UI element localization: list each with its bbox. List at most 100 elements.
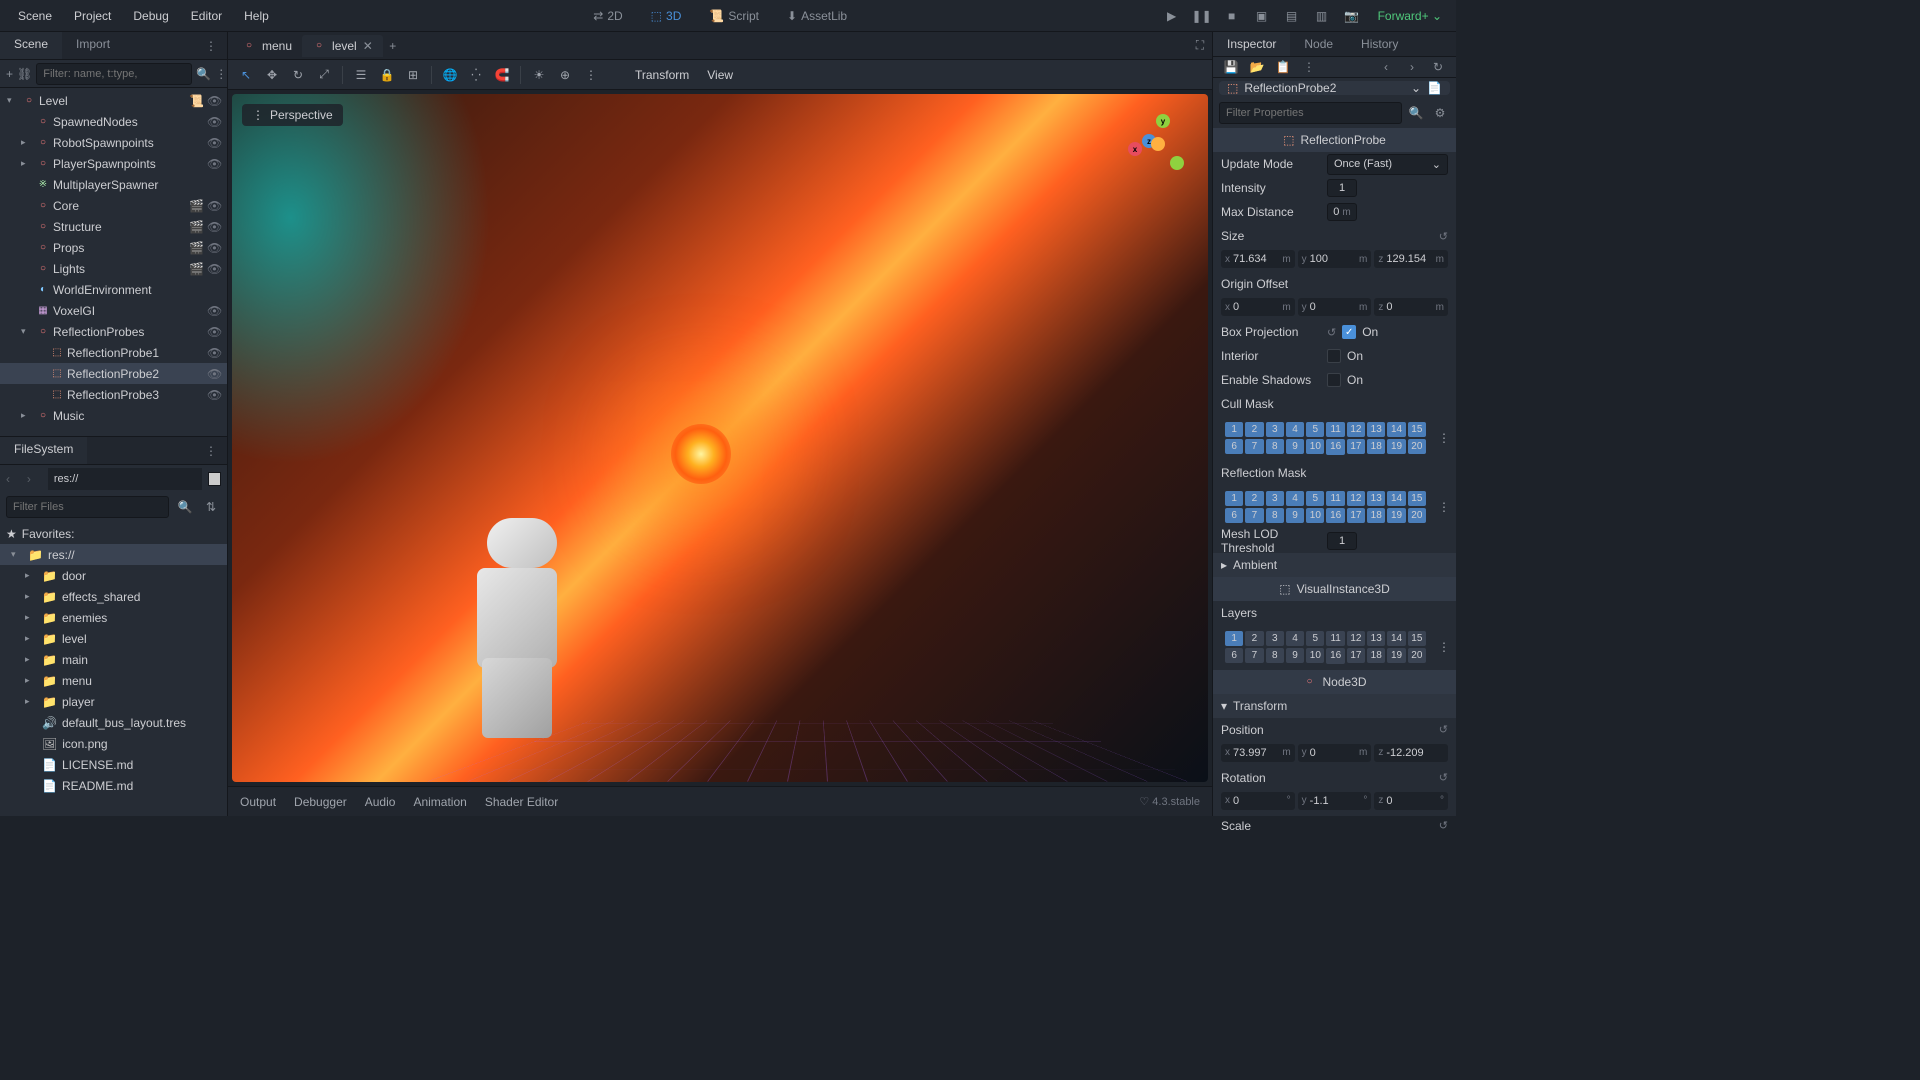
layer-cell[interactable]: 16 <box>1326 508 1344 523</box>
layer-cell[interactable]: 5 <box>1306 422 1324 437</box>
movie-icon[interactable]: ▥ <box>1312 6 1332 26</box>
tree-row[interactable]: ⬚ReflectionProbe3👁 <box>0 384 227 405</box>
fs-row[interactable]: ▸📁door <box>0 565 227 586</box>
origin-z-input[interactable]: z0m <box>1374 298 1448 316</box>
magnet-tool-icon[interactable]: 🧲 <box>490 63 514 87</box>
reset-icon[interactable]: ↺ <box>1439 723 1448 736</box>
layer-cell[interactable]: 12 <box>1347 491 1365 506</box>
tab-inspector[interactable]: Inspector <box>1213 32 1290 56</box>
film-icon[interactable]: 🎬 <box>189 199 203 213</box>
layer-cell[interactable]: 2 <box>1245 422 1263 437</box>
section-transform[interactable]: ▾Transform <box>1213 694 1456 718</box>
class-header-node3d[interactable]: ○Node3D <box>1213 670 1456 694</box>
fs-row[interactable]: ▸📁enemies <box>0 607 227 628</box>
list-tool-icon[interactable]: ☰ <box>349 63 373 87</box>
eye-icon[interactable]: 👁 <box>207 94 221 108</box>
layer-cell[interactable]: 15 <box>1408 422 1426 437</box>
search-icon[interactable]: 🔍 <box>175 497 195 517</box>
layer-cell[interactable]: 6 <box>1225 648 1243 663</box>
fullscreen-icon[interactable]: ⛶ <box>1192 36 1208 56</box>
fs-filter-input[interactable] <box>6 496 169 518</box>
layer-cell[interactable]: 20 <box>1408 648 1426 663</box>
env-tool-icon[interactable]: ⊕ <box>553 63 577 87</box>
layer-cell[interactable]: 13 <box>1367 491 1385 506</box>
view-menu[interactable]: View <box>699 64 741 86</box>
layer-cell[interactable]: 2 <box>1245 631 1263 646</box>
dots-icon[interactable]: ⋮ <box>215 64 227 84</box>
pos-y-input[interactable]: y0m <box>1298 744 1372 762</box>
dots-icon[interactable]: ⋮ <box>201 441 221 461</box>
gizmo-extra[interactable] <box>1170 156 1184 170</box>
layer-cell[interactable]: 11 <box>1326 491 1344 506</box>
layer-cell[interactable]: 20 <box>1408 508 1426 523</box>
mesh-lod-input[interactable]: 1 <box>1327 532 1357 550</box>
tab-scene[interactable]: Scene <box>0 32 62 59</box>
dots-icon[interactable]: ⋮ <box>1438 431 1452 445</box>
eye-icon[interactable]: 👁 <box>207 136 221 150</box>
pos-x-input[interactable]: x73.997m <box>1221 744 1295 762</box>
play-remote-icon[interactable]: ▣ <box>1252 6 1272 26</box>
fs-row[interactable]: ▸📁player <box>0 691 227 712</box>
mode-script[interactable]: 📜Script <box>703 7 765 25</box>
reset-icon[interactable]: ↺ <box>1439 819 1448 832</box>
transform-menu[interactable]: Transform <box>627 64 697 86</box>
size-z-input[interactable]: z129.154m <box>1374 250 1448 268</box>
play-scene-icon[interactable]: ▤ <box>1282 6 1302 26</box>
tab-history[interactable]: History <box>1347 32 1412 56</box>
layer-cell[interactable]: 8 <box>1266 508 1284 523</box>
layer-cell[interactable]: 14 <box>1387 631 1405 646</box>
film-icon[interactable]: 🎬 <box>189 262 203 276</box>
lock-tool-icon[interactable]: 🔒 <box>375 63 399 87</box>
folder-color-swatch[interactable] <box>208 472 221 486</box>
layer-cell[interactable]: 13 <box>1367 422 1385 437</box>
layer-cell[interactable]: 4 <box>1286 491 1304 506</box>
layer-cell[interactable]: 12 <box>1347 422 1365 437</box>
globe-tool-icon[interactable]: 🌐 <box>438 63 462 87</box>
link-icon[interactable]: ⛓ <box>17 64 32 84</box>
size-y-input[interactable]: y100m <box>1298 250 1372 268</box>
tree-row[interactable]: ※MultiplayerSpawner <box>0 174 227 195</box>
layer-cell[interactable]: 18 <box>1367 439 1385 454</box>
camera-icon[interactable]: 📷 <box>1342 6 1362 26</box>
reset-icon[interactable]: ↺ <box>1439 771 1448 784</box>
eye-icon[interactable]: 👁 <box>207 346 221 360</box>
select-tool-icon[interactable]: ↖ <box>234 63 258 87</box>
intensity-input[interactable]: 1 <box>1327 179 1357 197</box>
layer-cell[interactable]: 12 <box>1347 631 1365 646</box>
layer-cell[interactable]: 10 <box>1306 439 1324 454</box>
inspector-filter-input[interactable] <box>1219 102 1402 124</box>
rot-z-input[interactable]: z0° <box>1374 792 1448 810</box>
fs-row[interactable]: ▸📁menu <box>0 670 227 691</box>
open-icon[interactable]: 📂 <box>1247 57 1267 77</box>
layer-cell[interactable]: 14 <box>1387 491 1405 506</box>
tab-output[interactable]: Output <box>240 795 276 809</box>
eye-icon[interactable]: 👁 <box>207 304 221 318</box>
save-icon[interactable]: 💾 <box>1221 57 1241 77</box>
perspective-badge[interactable]: ⋮Perspective <box>242 104 343 126</box>
eye-icon[interactable]: 👁 <box>207 220 221 234</box>
class-header-visualinstance3d[interactable]: ⬚VisualInstance3D <box>1213 577 1456 601</box>
layer-cell[interactable]: 20 <box>1408 439 1426 454</box>
menu-help[interactable]: Help <box>234 5 279 27</box>
max-distance-input[interactable]: 0 m <box>1327 203 1357 221</box>
interior-checkbox[interactable] <box>1327 349 1341 363</box>
eye-icon[interactable]: 👁 <box>207 241 221 255</box>
fs-row[interactable]: ▸📁level <box>0 628 227 649</box>
tree-row[interactable]: ▾○ReflectionProbes👁 <box>0 321 227 342</box>
scene-tab-level[interactable]: ○level✕ <box>302 35 383 57</box>
gizmo-center[interactable] <box>1151 137 1165 151</box>
tree-row[interactable]: ○Props🎬👁 <box>0 237 227 258</box>
layer-cell[interactable]: 11 <box>1326 422 1344 437</box>
layer-cell[interactable]: 4 <box>1286 631 1304 646</box>
tree-row[interactable]: ○Structure🎬👁 <box>0 216 227 237</box>
rot-x-input[interactable]: x0° <box>1221 792 1295 810</box>
layer-cell[interactable]: 18 <box>1367 648 1385 663</box>
dots-icon[interactable]: ⋮ <box>1438 640 1452 654</box>
fs-row[interactable]: ▸📁main <box>0 649 227 670</box>
layer-cell[interactable]: 3 <box>1266 491 1284 506</box>
search-icon[interactable]: 🔍 <box>196 64 211 84</box>
close-icon[interactable]: ✕ <box>363 39 373 53</box>
tree-row[interactable]: ▸○RobotSpawnpoints👁 <box>0 132 227 153</box>
layer-cell[interactable]: 14 <box>1387 422 1405 437</box>
layer-cell[interactable]: 9 <box>1286 648 1304 663</box>
